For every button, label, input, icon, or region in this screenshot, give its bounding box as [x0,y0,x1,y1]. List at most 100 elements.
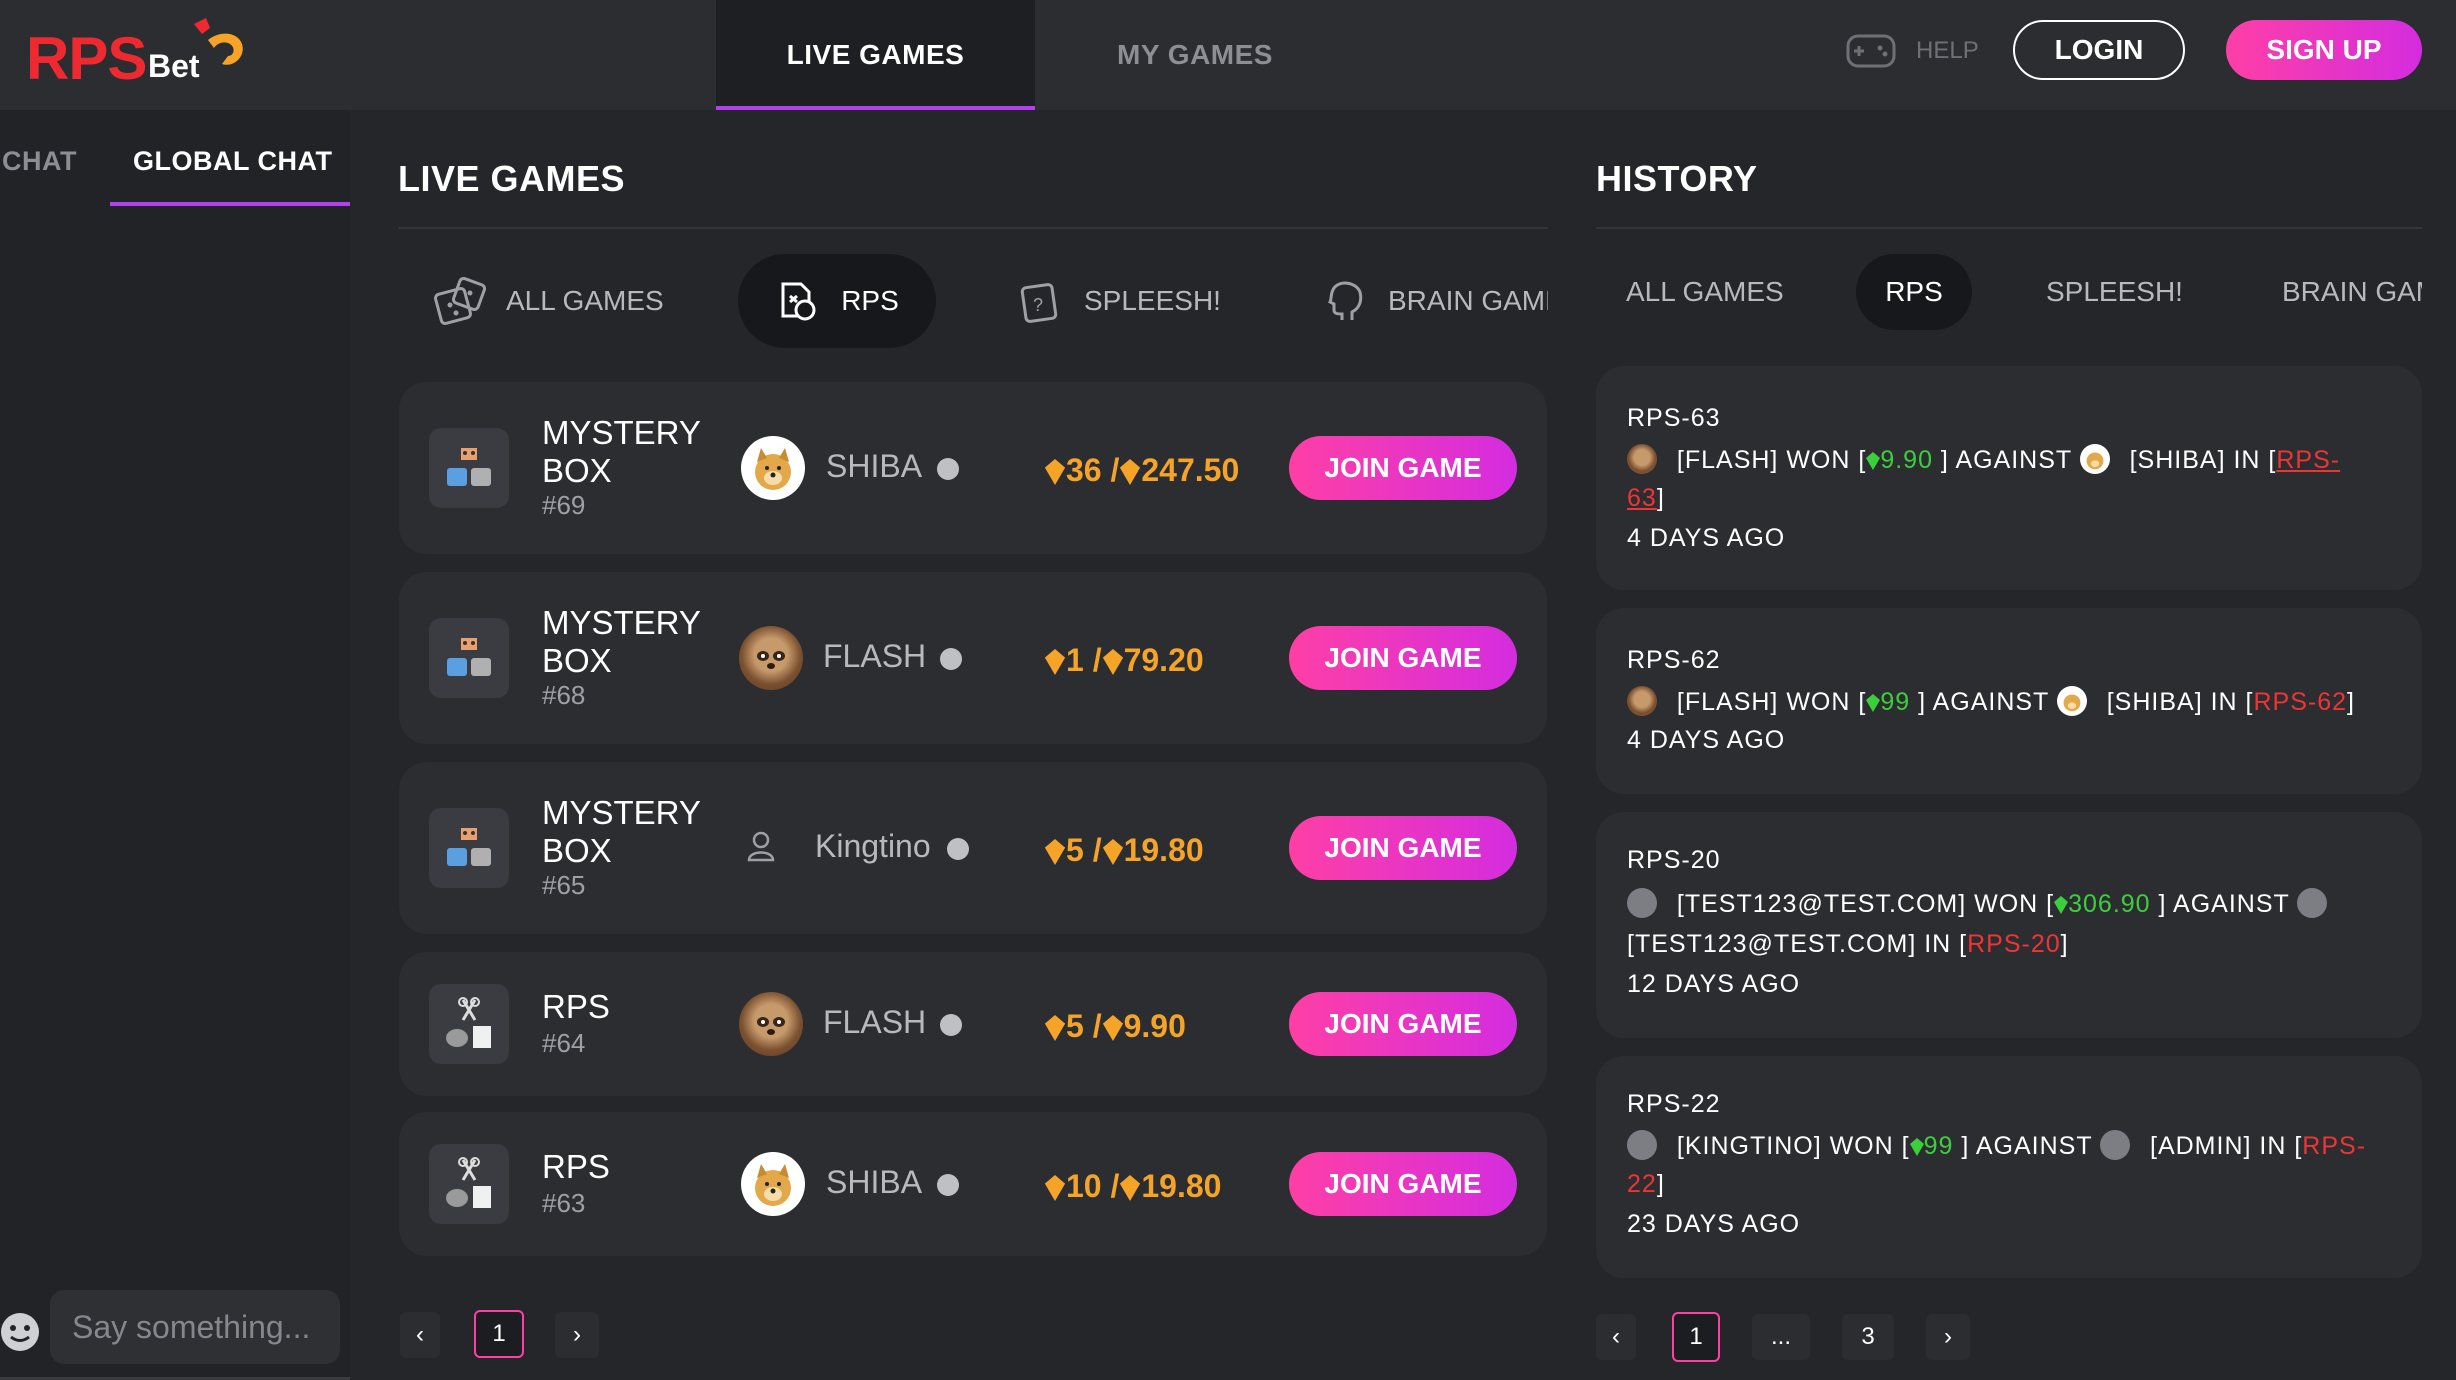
history-result-line-cont: 22] [1627,1170,1665,1198]
history-entry: RPS-63 [FLASH] WON [9.90 ] AGAINST [SHIB… [1596,366,2422,590]
bet-amount: 5 /19.80 [1044,832,1204,869]
live-games-title: LIVE GAMES [398,158,626,199]
rpsbet-logo[interactable]: RPS Bet [26,18,243,92]
chat-composer [0,1290,350,1368]
history-filter-all-games[interactable]: ALL GAMES [1626,254,1806,330]
tab-chat[interactable]: CHAT [2,146,77,177]
pager-page-button[interactable]: 1 [474,1310,524,1358]
signup-button[interactable]: SIGN UP [2226,20,2422,80]
chat-message-input[interactable] [50,1290,340,1364]
gold-gem-icon [1120,1175,1141,1201]
gold-gem-icon [1044,839,1066,865]
help-link[interactable]: HELP [1846,30,1979,72]
game-link[interactable]: RPS-62 [2254,688,2348,716]
player-name: SHIBA [826,1164,923,1200]
mystery-box-icon [429,428,509,508]
game-link[interactable]: 22 [1627,1170,1657,1198]
gold-gem-icon [1102,1015,1123,1041]
join-game-button[interactable]: JOIN GAME [1289,1152,1517,1216]
game-link[interactable]: RPS- [2276,446,2340,474]
mystery-card-icon: ? [1020,283,1058,323]
live-games-filter-bar: ALL GAMES RPS ? SPLEESH! BRAIN GAME [398,254,1548,350]
bet-amount: 36 /247.50 [1044,452,1239,489]
history-entry: RPS-22 [KINGTINO] WON [99 ] AGAINST [ADM… [1596,1056,2422,1278]
filter-spleesh[interactable]: ? SPLEESH! [1018,254,1238,348]
gamepad-icon [1846,34,1896,68]
status-dot [940,648,962,670]
user-avatar-icon [2100,1130,2131,1160]
tab-my-games[interactable]: MY GAMES [1035,0,1355,110]
dice-icon [434,277,486,325]
game-name: MYSTERY BOX [542,604,701,679]
game-number: #65 [542,870,586,900]
svg-text:?: ? [1033,295,1043,315]
sloth-icon [739,992,803,1056]
game-card: RPS #63 SHIBA 10 /19.80 JOIN GAME [399,1112,1547,1256]
history-pager-prev-button[interactable]: ‹ [1596,1314,1636,1360]
user-avatar-icon [1627,1130,1657,1160]
status-dot [937,1174,959,1196]
filter-all-games[interactable]: ALL GAMES [434,254,674,348]
user-avatar-icon [2297,888,2328,918]
history-game-id: RPS-20 [1627,846,1721,874]
status-dot [947,838,969,860]
emoji-icon[interactable] [0,1312,40,1352]
history-pager-last-button[interactable]: 3 [1842,1314,1894,1360]
game-card: MYSTERY BOX #65 Kingtino 5 /19.80 JOIN GA… [399,762,1547,934]
sloth-icon [739,626,803,690]
history-timestamp: 4 DAYS AGO [1627,524,1786,552]
filter-rps[interactable]: RPS [738,254,936,348]
game-number: #69 [542,490,586,520]
game-link[interactable]: RPS- [2302,1132,2366,1160]
join-game-button[interactable]: JOIN GAME [1289,626,1517,690]
history-pager-next-button[interactable]: › [1926,1314,1970,1360]
game-link[interactable]: 63 [1627,484,1657,512]
bet-amount: 10 /19.80 [1044,1168,1221,1205]
history-timestamp: 12 DAYS AGO [1627,970,1801,998]
tab-live-games[interactable]: LIVE GAMES [716,0,1035,110]
rps-game-icon [429,984,509,1064]
history-result-line: [TEST123@TEST.COM] WON [306.90 ] AGAINST [1627,888,2331,919]
gold-gem-icon [1044,1015,1066,1041]
history-game-id: RPS-62 [1627,646,1721,674]
mystery-box-icon [429,618,509,698]
filter-rps-label: RPS [841,285,899,316]
history-pager-page-button[interactable]: 1 [1672,1312,1720,1362]
history-timestamp: 4 DAYS AGO [1627,726,1786,754]
chat-sidebar: CHAT GLOBAL CHAT [0,110,350,1380]
game-name: RPS [542,1148,610,1185]
join-game-button[interactable]: JOIN GAME [1289,436,1517,500]
user-avatar-icon [1627,888,1657,918]
gold-gem-icon [1102,649,1123,675]
tab-global-chat[interactable]: GLOBAL CHAT [133,146,332,177]
bet-amount: 1 /79.20 [1044,642,1204,679]
game-link[interactable]: RPS-20 [1967,930,2061,958]
filter-brain-game[interactable]: BRAIN GAME [1322,254,1548,348]
gold-gem-icon [1120,459,1141,485]
login-button[interactable]: LOGIN [2013,20,2185,80]
history-filter-brain-game[interactable]: BRAIN GAME [2282,254,2422,330]
game-name: RPS [542,988,610,1025]
help-label: HELP [1916,37,1979,64]
history-entry: RPS-20 [TEST123@TEST.COM] WON [306.90 ] … [1596,812,2422,1038]
pager-next-button[interactable]: › [555,1312,599,1358]
join-game-button[interactable]: JOIN GAME [1289,992,1517,1056]
history-filter-rps[interactable]: RPS [1856,254,1972,330]
game-number: #63 [542,1188,586,1218]
join-game-button[interactable]: JOIN GAME [1289,816,1517,880]
pager-prev-button[interactable]: ‹ [400,1312,440,1358]
gold-gem-icon [1044,649,1066,675]
game-name: MYSTERY BOX [542,794,701,869]
history-filter-spleesh[interactable]: SPLEESH! [2046,254,2206,330]
status-dot [940,1014,962,1036]
player-name: Kingtino [815,828,931,864]
game-number: #64 [542,1028,586,1058]
history-result-line: [FLASH] WON [99 ] AGAINST [SHIBA] IN [RP… [1627,686,2355,717]
history-result-line-cont: 63] [1627,484,1665,512]
history-game-id: RPS-22 [1627,1090,1721,1118]
doge-icon [741,436,805,500]
player-name: FLASH [823,1004,927,1040]
history-title: HISTORY [1596,158,1758,199]
green-gem-icon [2054,896,2069,914]
logo-mark-icon [194,18,243,65]
